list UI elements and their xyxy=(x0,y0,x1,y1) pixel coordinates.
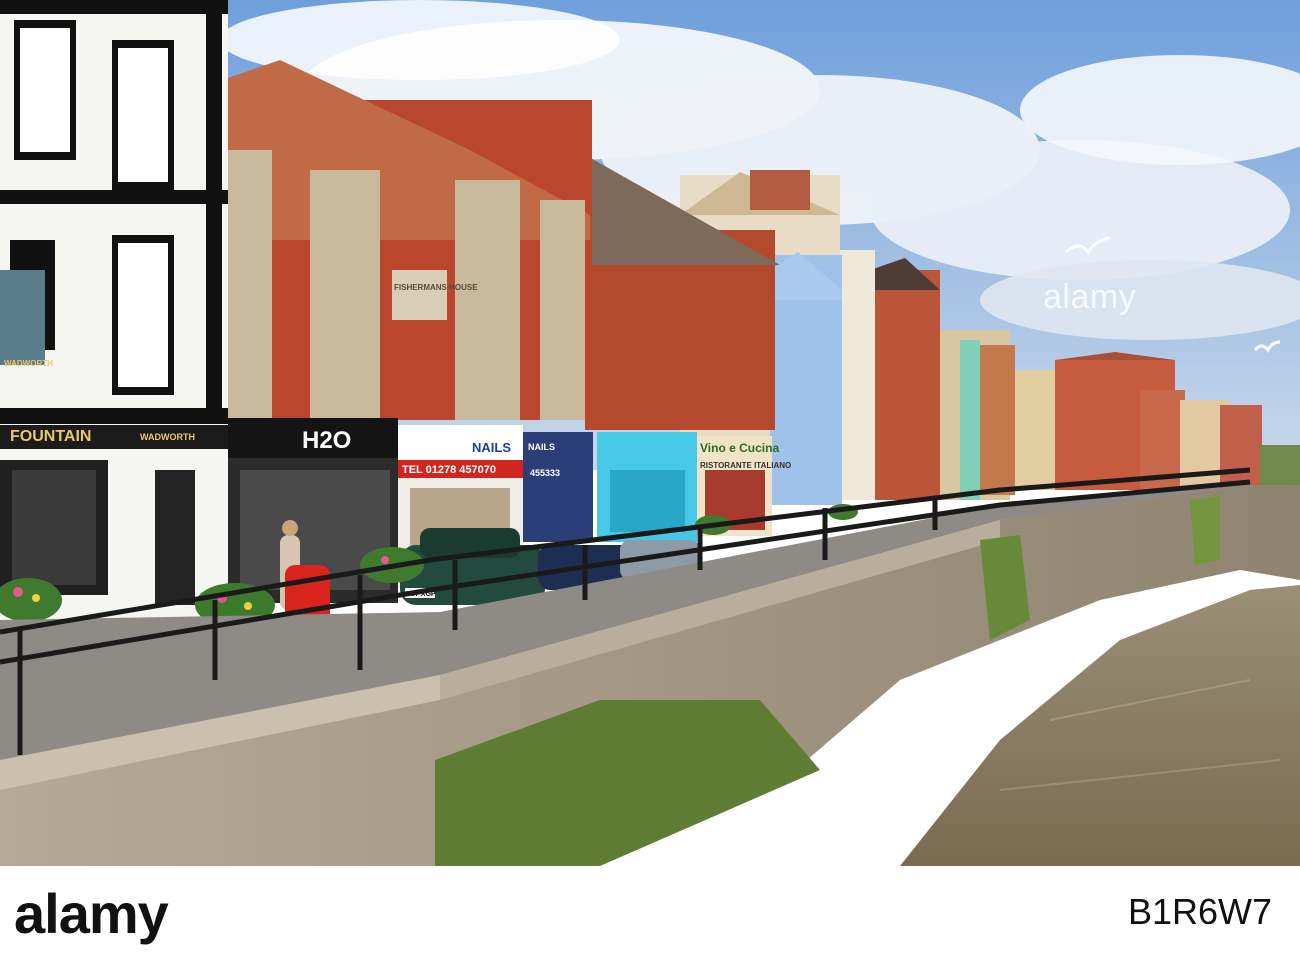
alamy-logo[interactable]: alamy xyxy=(14,886,169,942)
american-shop-sign: American xyxy=(402,440,461,455)
riverside-street-photo: FOUNTAIN WADWORTH WADWORTH H2O American … xyxy=(0,0,1300,866)
h2o-shop-sign: H2O xyxy=(302,427,351,454)
pub-name-sign: FOUNTAIN xyxy=(10,428,91,445)
restaurant-name-sign: Vino e Cucina xyxy=(700,441,779,455)
fountain-pub-building xyxy=(0,0,228,620)
shop-phone-sign: TEL 01278 457070 xyxy=(402,464,496,476)
stock-photo-page: FOUNTAIN WADWORTH WADWORTH H2O American … xyxy=(0,0,1300,956)
small-phone-sign: 455333 xyxy=(530,468,560,478)
nails-small-sign: NAILS xyxy=(528,442,555,452)
fishermans-building xyxy=(222,60,592,420)
hanging-sign-text: WADWORTH xyxy=(4,359,53,368)
building-plaque: FISHERMANS HOUSE xyxy=(394,283,478,292)
brewery-sign: WADWORTH xyxy=(140,432,195,442)
alamy-watermark: alamy xyxy=(1043,278,1137,316)
nails-shop-sign: NAILS xyxy=(472,440,511,455)
image-id-label: B1R6W7 xyxy=(1127,891,1272,932)
stock-footer-bar: alamy B1R6W7 xyxy=(0,866,1300,956)
restaurant-subtitle-sign: RISTORANTE ITALIANO xyxy=(700,461,791,470)
